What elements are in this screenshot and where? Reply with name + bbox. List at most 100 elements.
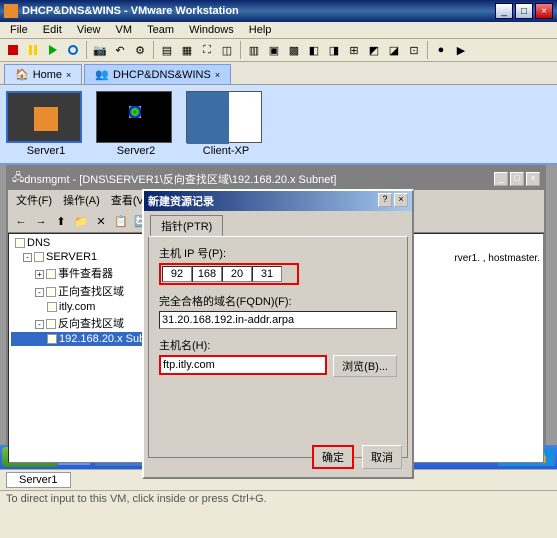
vmware-titlebar: DHCP&DNS&WINS - VMware Workstation _ □ ×	[0, 0, 557, 22]
help-button[interactable]: ?	[378, 193, 392, 207]
fqdn-input[interactable]	[159, 311, 397, 329]
dialog-title: 新建资源记录	[148, 193, 376, 209]
server-icon	[34, 252, 44, 262]
console-icon[interactable]: ▣	[265, 41, 283, 59]
menu-view[interactable]: View	[71, 22, 107, 38]
reset-icon[interactable]	[64, 41, 82, 59]
maximize-button[interactable]: □	[515, 3, 533, 19]
vm-thumb-server2[interactable]: Server2	[96, 91, 176, 157]
manage-icon[interactable]: ⚙	[131, 41, 149, 59]
up-icon[interactable]: ⬆	[52, 212, 70, 230]
zone-icon	[47, 302, 57, 312]
menu-edit[interactable]: Edit	[37, 22, 68, 38]
hostname-input[interactable]	[159, 355, 327, 375]
expand-icon[interactable]: +	[35, 270, 44, 279]
misc6-icon[interactable]: ⊡	[405, 41, 423, 59]
suspend-icon[interactable]	[24, 41, 42, 59]
vmware-icon	[4, 4, 18, 18]
tree-forward-zones[interactable]: -正向查找区域	[11, 282, 145, 300]
dnsmgmt-title: dnsmgmt - [DNS\SERVER1\反向查找区域\192.168.20…	[24, 171, 492, 187]
tree-server[interactable]: -SERVER1	[11, 250, 145, 264]
fullscreen-icon[interactable]: ⛶	[198, 41, 216, 59]
window-title: DHCP&DNS&WINS - VMware Workstation	[22, 5, 493, 17]
ip-label: 主机 IP 号(P):	[159, 245, 397, 261]
cancel-button[interactable]: 取消	[362, 445, 402, 469]
app-icon: 🖧	[12, 169, 24, 188]
collapse-icon[interactable]: -	[23, 253, 32, 262]
tab-home[interactable]: 🏠 Home ×	[4, 64, 82, 84]
vm-preview	[186, 91, 262, 143]
misc3-icon[interactable]: ⊞	[345, 41, 363, 59]
tab-team-label: DHCP&DNS&WINS	[113, 69, 211, 81]
menu-windows[interactable]: Windows	[183, 22, 240, 38]
menu-team[interactable]: Team	[141, 22, 180, 38]
close-button[interactable]: ×	[535, 3, 553, 19]
delete-icon[interactable]: ✕	[92, 212, 110, 230]
misc4-icon[interactable]: ◩	[365, 41, 383, 59]
ip-segment-1[interactable]	[162, 266, 192, 282]
vm-tab-server1[interactable]: Server1	[6, 472, 71, 488]
maximize-button[interactable]: □	[510, 172, 524, 186]
close-button[interactable]: ×	[526, 172, 540, 186]
dialog-titlebar: 新建资源记录 ? ×	[144, 191, 412, 211]
vm-preview	[96, 91, 172, 143]
dnsmgmt-titlebar: 🖧 dnsmgmt - [DNS\SERVER1\反向查找区域\192.168.…	[8, 167, 544, 190]
tree-reverse-zones[interactable]: -反向查找区域	[11, 314, 145, 332]
dns-icon	[15, 238, 25, 248]
menu-help[interactable]: Help	[243, 22, 278, 38]
menu-file[interactable]: 文件(F)	[12, 194, 56, 208]
unity-icon[interactable]: ◫	[218, 41, 236, 59]
tree-root[interactable]: DNS	[11, 236, 145, 250]
list-text-fragment: rver1. , hostmaster.	[454, 253, 540, 264]
vm-label: Server2	[96, 145, 176, 157]
play-icon[interactable]	[44, 41, 62, 59]
guest-display[interactable]: 🖧 dnsmgmt - [DNS\SERVER1\反向查找区域\192.168.…	[0, 165, 557, 445]
forward-icon[interactable]: →	[32, 212, 50, 230]
power-off-icon[interactable]	[4, 41, 22, 59]
vm-thumb-server1[interactable]: Server1	[6, 91, 86, 157]
appliance-icon[interactable]: ▩	[285, 41, 303, 59]
misc2-icon[interactable]: ◨	[325, 41, 343, 59]
ip-segment-2[interactable]	[192, 266, 222, 282]
tab-ptr[interactable]: 指针(PTR)	[150, 215, 223, 236]
collapse-icon[interactable]: -	[35, 320, 44, 329]
browse-button[interactable]: 浏览(B)...	[333, 355, 397, 377]
tab-team[interactable]: 👥 DHCP&DNS&WINS ×	[84, 64, 231, 84]
vm-thumb-clientxp[interactable]: Client-XP	[186, 91, 266, 157]
status-text: To direct input to this VM, click inside…	[6, 493, 267, 505]
close-icon[interactable]: ×	[66, 70, 71, 80]
sidebar-icon[interactable]: ▤	[158, 41, 176, 59]
record-icon[interactable]: ●	[432, 41, 450, 59]
vmware-menubar: File Edit View VM Team Windows Help	[0, 22, 557, 39]
replay-icon[interactable]: ▶	[452, 41, 470, 59]
close-icon[interactable]: ×	[215, 70, 220, 80]
folder-icon[interactable]: 📁	[72, 212, 90, 230]
menu-action[interactable]: 操作(A)	[59, 194, 104, 208]
folder-icon	[46, 269, 56, 279]
properties-icon[interactable]: 📋	[112, 212, 130, 230]
minimize-button[interactable]: _	[495, 3, 513, 19]
tree-zone-subnet[interactable]: 192.168.20.x Subnet	[11, 332, 145, 346]
dns-tree[interactable]: DNS -SERVER1 +事件查看器 -正向查找区域 itly.com -反向…	[8, 233, 148, 463]
tree-zone-itly[interactable]: itly.com	[11, 300, 145, 314]
folder-icon	[46, 319, 56, 329]
misc1-icon[interactable]: ◧	[305, 41, 323, 59]
ip-segment-4[interactable]	[252, 266, 282, 282]
team-icon: 👥	[95, 68, 109, 81]
summary-icon[interactable]: ▥	[245, 41, 263, 59]
toolbar-icon[interactable]: ▦	[178, 41, 196, 59]
menu-file[interactable]: File	[4, 22, 34, 38]
revert-icon[interactable]: ↶	[111, 41, 129, 59]
misc5-icon[interactable]: ◪	[385, 41, 403, 59]
vmware-toolbar: 📷 ↶ ⚙ ▤ ▦ ⛶ ◫ ▥ ▣ ▩ ◧ ◨ ⊞ ◩ ◪ ⊡ ● ▶	[0, 39, 557, 62]
snapshot-icon[interactable]: 📷	[91, 41, 109, 59]
ip-segment-3[interactable]	[222, 266, 252, 282]
close-button[interactable]: ×	[394, 193, 408, 207]
menu-vm[interactable]: VM	[110, 22, 139, 38]
collapse-icon[interactable]: -	[35, 288, 44, 297]
tree-event-viewer[interactable]: +事件查看器	[11, 264, 145, 282]
dialog-tabs: 指针(PTR)	[144, 211, 412, 236]
ok-button[interactable]: 确定	[312, 445, 354, 469]
minimize-button[interactable]: _	[494, 172, 508, 186]
back-icon[interactable]: ←	[12, 212, 30, 230]
